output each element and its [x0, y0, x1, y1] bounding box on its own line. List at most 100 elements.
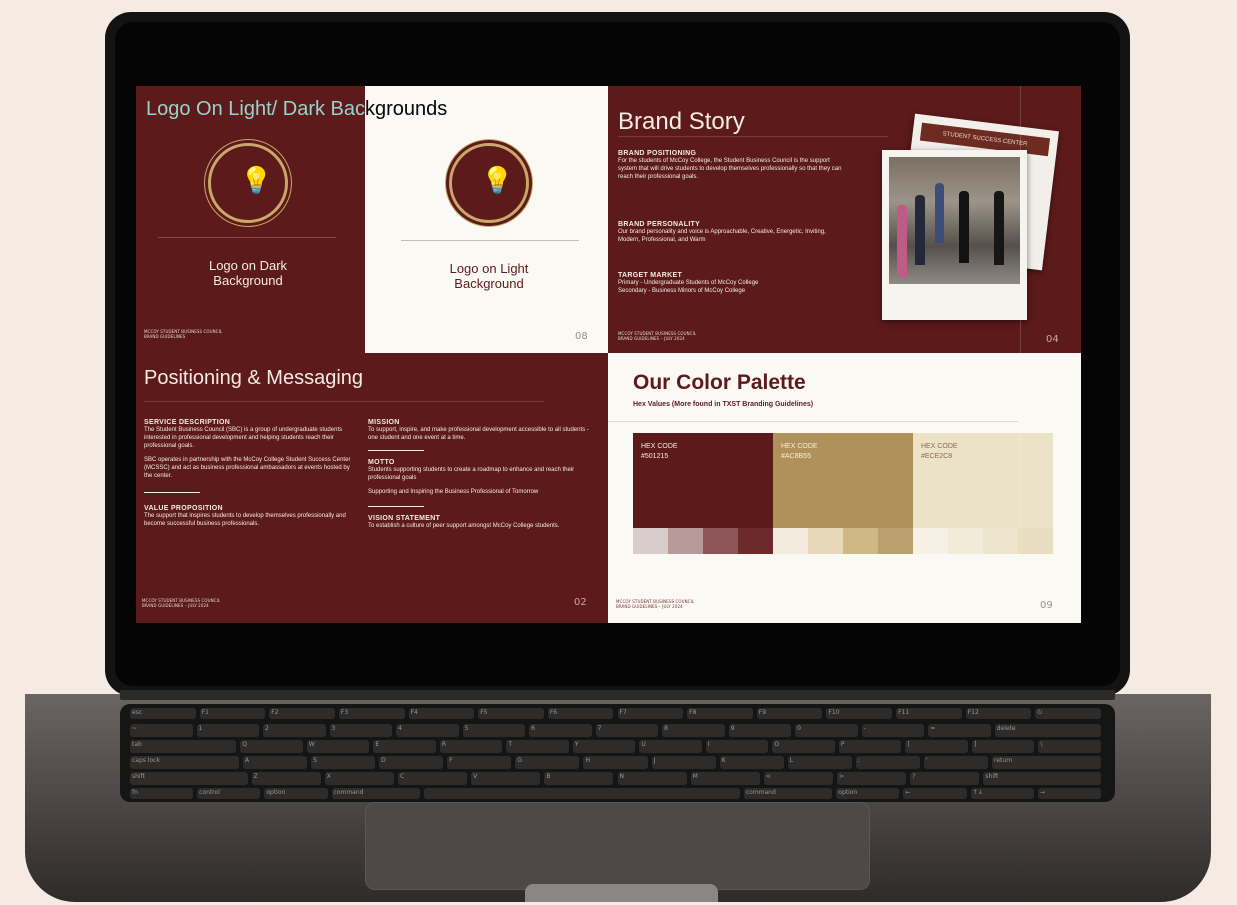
keyboard-key[interactable]: S	[311, 756, 376, 769]
keyboard-key[interactable]: J	[651, 756, 716, 769]
keyboard-key[interactable]: command	[743, 788, 833, 799]
trackpad[interactable]	[365, 802, 870, 890]
keyboard-key[interactable]: X	[324, 772, 394, 785]
section-label: BRAND PERSONALITY	[618, 221, 701, 228]
keyboard-key[interactable]: K	[719, 756, 784, 769]
keyboard-key[interactable]: ]	[971, 740, 1035, 753]
keyboard-key[interactable]: F11	[896, 708, 962, 719]
keyboard-key[interactable]: \	[1038, 740, 1101, 753]
footer-line: BRAND GUIDELINES – JULY 2024	[142, 603, 209, 608]
lightbulb-glyph: 💡	[481, 166, 514, 196]
keyboard-key[interactable]: 0	[795, 724, 858, 737]
keyboard-key[interactable]: Z	[251, 772, 321, 785]
keyboard-key[interactable]: ;	[855, 756, 920, 769]
keyboard-key[interactable]: F9	[756, 708, 823, 719]
keyboard-key[interactable]: 3	[329, 724, 393, 737]
keyboard-key[interactable]: F	[447, 756, 512, 769]
keyboard-key[interactable]: tab	[130, 740, 237, 753]
keyboard-key[interactable]: E	[373, 740, 436, 753]
keyboard-key[interactable]: 1	[196, 724, 260, 737]
keyboard-key[interactable]: F10	[826, 708, 893, 719]
keyboard-key[interactable]: >	[837, 772, 907, 785]
keyboard-key[interactable]: ←	[903, 788, 967, 799]
keyboard-key[interactable]: V	[471, 772, 541, 785]
keyboard-key[interactable]: -	[861, 724, 925, 737]
keyboard-key[interactable]: option	[264, 788, 328, 799]
keyboard-key[interactable]: 5	[462, 724, 526, 737]
keyboard-key[interactable]: C	[397, 772, 468, 785]
keyboard-key[interactable]: R	[439, 740, 503, 753]
keyboard-key[interactable]: G	[515, 756, 580, 769]
keyboard-key[interactable]: control	[197, 788, 261, 799]
logo-light-panel: 💡 Logo on Light Background 08	[365, 86, 608, 353]
keyboard-key[interactable]: D	[379, 756, 444, 769]
keyboard-key[interactable]: B	[544, 772, 614, 785]
keyboard-key[interactable]: 2	[263, 724, 326, 737]
section-label: VALUE PROPOSITION	[144, 505, 223, 512]
left-column: SERVICE DESCRIPTION The Student Business…	[144, 419, 354, 528]
section-text: Primary - Undergraduate Students of McCo…	[618, 280, 759, 286]
tint-chip	[633, 528, 668, 554]
positioning-title: Positioning & Messaging	[144, 367, 364, 389]
keyboard-key[interactable]: →	[1037, 788, 1101, 799]
keyboard-key[interactable]: T	[506, 740, 569, 753]
keyboard-key[interactable]	[423, 788, 740, 799]
keyboard-key[interactable]: F2	[269, 708, 335, 719]
keyboard-key[interactable]: F8	[687, 708, 753, 719]
keyboard-key[interactable]: esc	[130, 708, 196, 719]
divider	[144, 401, 544, 402]
keyboard-key[interactable]: 8	[662, 724, 725, 737]
section-text: SBC operates in partnership with the McC…	[144, 457, 351, 479]
keyboard-key[interactable]: I	[705, 740, 769, 753]
keyboard-key[interactable]: delete	[994, 724, 1101, 737]
keyboard-key[interactable]: Q	[240, 740, 303, 753]
keyboard-key[interactable]: H	[583, 756, 648, 769]
divider	[368, 506, 424, 507]
keyboard-key[interactable]: M	[690, 772, 760, 785]
keyboard-key[interactable]: shift	[130, 772, 248, 785]
keyboard-key[interactable]: O	[772, 740, 835, 753]
keyboard-key[interactable]: 7	[595, 724, 659, 737]
swatch-label: HEX CODE	[921, 443, 958, 450]
keyboard-key[interactable]: N	[617, 772, 687, 785]
keyboard-key[interactable]: W	[306, 740, 370, 753]
slide-grid-line	[1020, 86, 1021, 623]
page-number: 09	[1040, 600, 1053, 611]
keyboard-key[interactable]: return	[992, 756, 1101, 769]
keyboard-key[interactable]: A	[242, 756, 308, 769]
section-text: To support, inspire, and make profession…	[368, 427, 589, 441]
keyboard-key[interactable]: P	[838, 740, 902, 753]
keyboard-key[interactable]: caps lock	[130, 756, 239, 769]
keyboard-key[interactable]: Y	[572, 740, 636, 753]
keyboard-key[interactable]: ⏻	[1035, 708, 1101, 719]
keyboard-key[interactable]: 9	[728, 724, 792, 737]
logo-slide-title: Logo On Light/ Dark Backgrounds	[146, 98, 448, 120]
keyboard-key[interactable]: F1	[199, 708, 266, 719]
keyboard: esc F1 F2 F3 F4 F5 F6 F7 F8 F9 F10 F11 F12 ⏻ ~1 2 3 4 5 6 7 8…	[120, 704, 1115, 802]
keyboard-key[interactable]: ?	[910, 772, 980, 785]
personality-section: BRAND PERSONALITY Our brand personality …	[618, 221, 848, 244]
keyboard-key[interactable]: command	[331, 788, 420, 799]
keyboard-key[interactable]: F5	[478, 708, 544, 719]
keyboard-key[interactable]: ↑↓	[970, 788, 1034, 799]
keyboard-key[interactable]: option	[836, 788, 900, 799]
keyboard-key[interactable]: F7	[617, 708, 684, 719]
keyboard-key[interactable]: =	[928, 724, 991, 737]
keyboard-key[interactable]: F3	[338, 708, 405, 719]
keyboard-key[interactable]: [	[905, 740, 968, 753]
keyboard-key[interactable]: '	[923, 756, 989, 769]
keyboard-key[interactable]: L	[787, 756, 852, 769]
keyboard-key[interactable]: F4	[408, 708, 475, 719]
keyboard-key[interactable]: F12	[965, 708, 1032, 719]
keyboard-key[interactable]: ~	[130, 724, 193, 737]
keyboard-key[interactable]: 4	[396, 724, 459, 737]
keyboard-key[interactable]: <	[763, 772, 834, 785]
keyboard-key[interactable]: shift	[983, 772, 1101, 785]
keyboard-key[interactable]: F6	[547, 708, 614, 719]
tint-chip	[1018, 528, 1053, 554]
keyboard-key[interactable]: U	[639, 740, 702, 753]
swatch-hex: #ECE2C8	[921, 453, 953, 460]
divider	[618, 136, 888, 137]
keyboard-key[interactable]: fn	[130, 788, 194, 799]
keyboard-key[interactable]: 6	[529, 724, 592, 737]
